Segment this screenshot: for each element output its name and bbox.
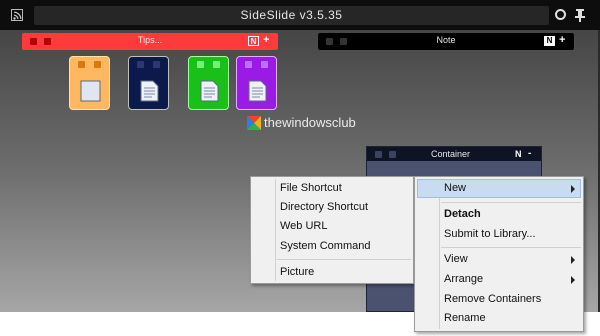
pin-icon[interactable] xyxy=(574,8,586,22)
tips-n-button[interactable]: N xyxy=(248,36,259,46)
tile-dot xyxy=(245,61,252,68)
context-menu: New Detach Submit to Library... View Arr… xyxy=(414,176,584,332)
tips-plus-button[interactable]: + xyxy=(263,34,269,46)
submenu-arrow-icon xyxy=(571,185,575,193)
menu-item-system-command[interactable]: System Command xyxy=(280,237,370,256)
submenu-separator xyxy=(277,259,411,260)
title-area: SideSlide v3.5.35 xyxy=(34,6,549,25)
tips-bar[interactable]: Tips... N + xyxy=(22,33,278,50)
container-dot-1 xyxy=(375,151,382,158)
container-minus-button[interactable]: - xyxy=(528,148,531,159)
menu-separator xyxy=(441,202,581,203)
note-n-button[interactable]: N xyxy=(544,36,555,46)
menu-item-arrange[interactable]: Arrange xyxy=(444,270,483,289)
tile-dot xyxy=(153,61,160,68)
blank-document-icon xyxy=(80,80,101,102)
menu-item-new-highlight[interactable] xyxy=(417,179,581,198)
windows-club-logo-icon xyxy=(247,116,261,130)
note-bar[interactable]: Note N + xyxy=(318,33,574,50)
container-header[interactable]: Container N - xyxy=(367,147,541,161)
tile-dot xyxy=(197,61,204,68)
tips-bar-label: Tips... xyxy=(137,35,163,45)
tile-orange[interactable] xyxy=(69,56,110,110)
menu-item-picture[interactable]: Picture xyxy=(280,263,314,282)
text-document-icon xyxy=(248,80,267,102)
tile-dot xyxy=(94,61,101,68)
menu-separator xyxy=(441,247,581,248)
tile-dot xyxy=(137,61,144,68)
submenu-arrow-icon xyxy=(571,276,575,284)
note-bar-label: Note xyxy=(436,35,456,45)
watermark-text: thewindowsclub xyxy=(264,115,356,130)
tile-dot xyxy=(78,61,85,68)
menu-item-detach[interactable]: Detach xyxy=(444,205,481,224)
submenu-gutter xyxy=(275,179,276,281)
tile-dot xyxy=(213,61,220,68)
app-title: SideSlide v3.5.35 xyxy=(240,8,343,22)
container-dot-2 xyxy=(389,151,396,158)
title-bar: SideSlide v3.5.35 xyxy=(0,0,600,30)
tile-green[interactable] xyxy=(188,56,229,110)
container-label: Container xyxy=(431,149,471,159)
menu-item-web-url[interactable]: Web URL xyxy=(280,217,327,236)
menu-item-remove-containers[interactable]: Remove Containers xyxy=(444,290,541,309)
container-n-button[interactable]: N xyxy=(515,149,522,159)
tile-purple[interactable] xyxy=(236,56,277,110)
menu-item-submit-to-library[interactable]: Submit to Library... xyxy=(444,225,536,244)
menu-item-new[interactable]: New xyxy=(444,179,466,198)
new-submenu: File Shortcut Directory Shortcut Web URL… xyxy=(250,176,414,284)
menu-gutter xyxy=(439,179,440,329)
text-document-icon xyxy=(200,80,219,102)
menu-item-file-shortcut[interactable]: File Shortcut xyxy=(280,179,342,198)
note-plus-button[interactable]: + xyxy=(559,34,565,46)
menu-item-view[interactable]: View xyxy=(444,250,468,269)
text-document-icon xyxy=(140,80,159,102)
tile-dot xyxy=(261,61,268,68)
submenu-arrow-icon xyxy=(571,256,575,264)
tile-navy[interactable] xyxy=(128,56,169,110)
circle-icon[interactable] xyxy=(555,9,566,20)
menu-item-rename[interactable]: Rename xyxy=(444,309,486,328)
menu-item-directory-shortcut[interactable]: Directory Shortcut xyxy=(280,198,368,217)
rss-icon[interactable] xyxy=(11,9,23,21)
